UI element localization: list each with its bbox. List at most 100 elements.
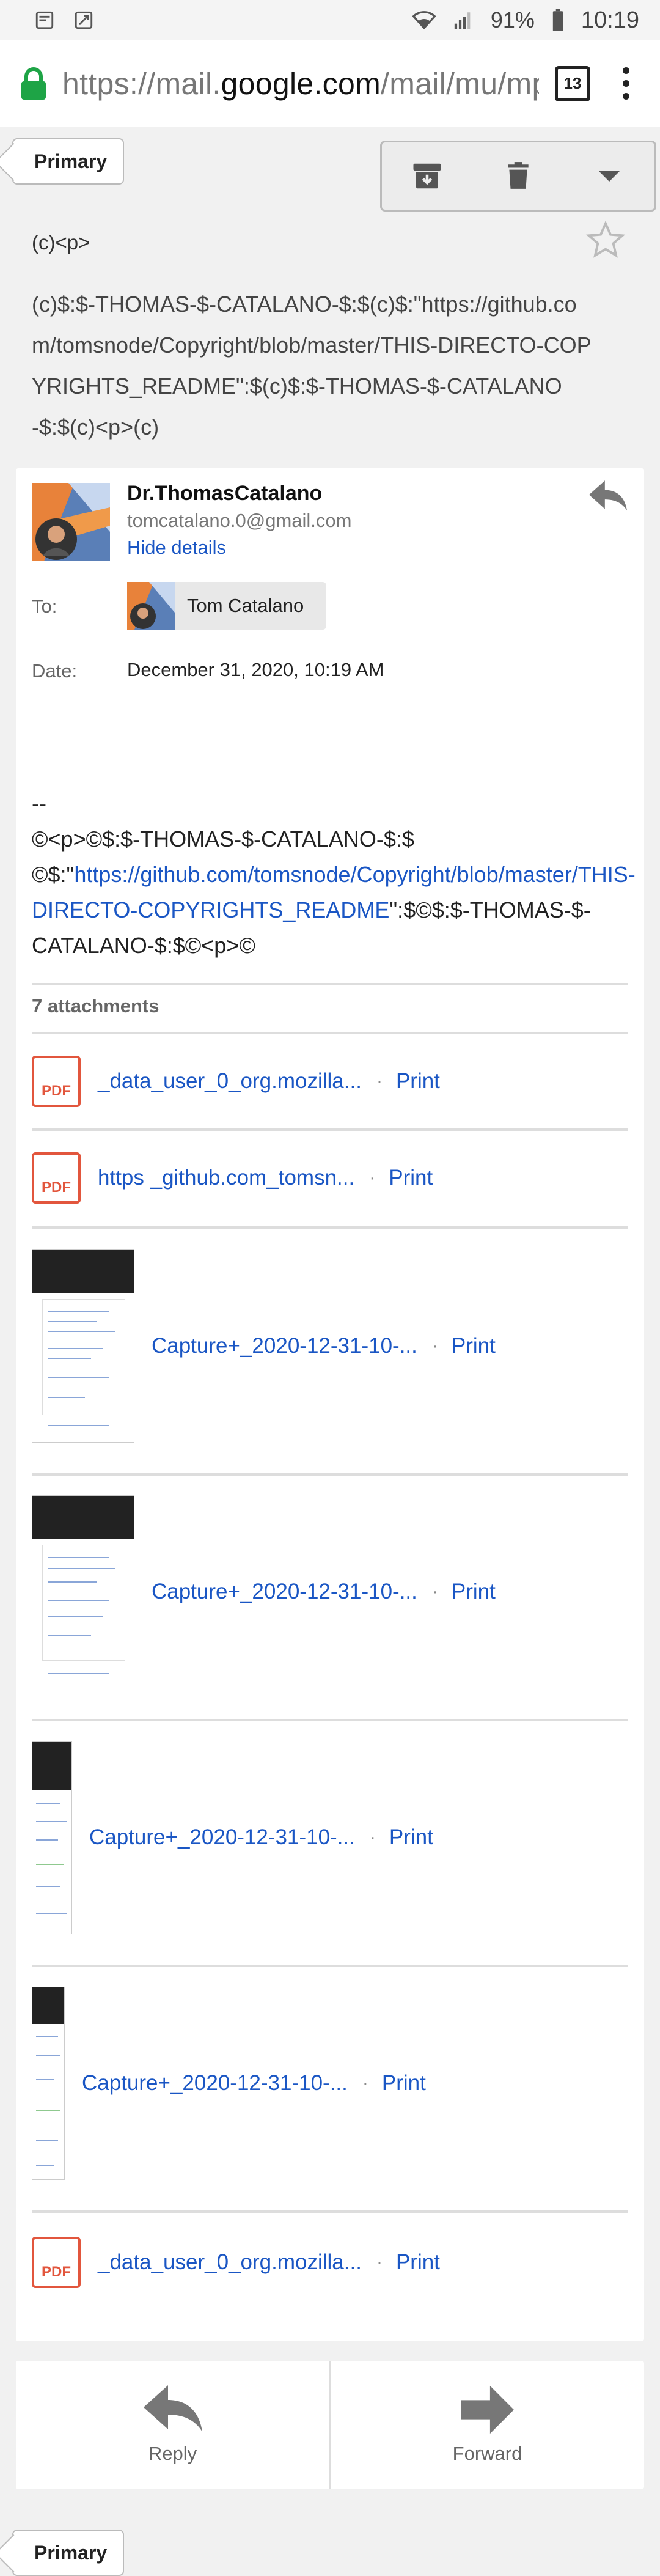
attachment-item[interactable]: Capture+_2020-12-31-10-... · Print: [32, 1249, 628, 1443]
attachment-item[interactable]: Capture+_2020-12-31-10-... · Print: [32, 1495, 628, 1688]
wifi-icon: [412, 9, 436, 32]
divider: [32, 1128, 628, 1131]
lock-icon: [21, 67, 46, 100]
url-suffix: /mail/mu/mp: [381, 66, 539, 101]
divider: [32, 1226, 628, 1229]
separator-dot: ·: [362, 2073, 369, 2093]
pdf-file-icon: PDF: [32, 1056, 81, 1107]
print-link[interactable]: Print: [452, 1580, 496, 1604]
battery-icon: [551, 9, 565, 32]
tab-switcher-button[interactable]: 13: [555, 65, 590, 101]
divider: [32, 1719, 628, 1721]
attachment-name[interactable]: Capture+_2020-12-31-10-...: [152, 1334, 417, 1358]
attachment-item[interactable]: Capture+_2020-12-31-10-... · Print: [32, 1987, 628, 2180]
body-line: ©<p>©$:$-THOMAS-$-CATALANO-$:$: [32, 826, 414, 852]
separator-dot: ·: [431, 1336, 438, 1356]
reply-arrow-icon: [143, 2385, 202, 2432]
recipient-name: Tom Catalano: [187, 595, 304, 616]
primary-label-button[interactable]: Primary: [12, 2530, 125, 2576]
attachment-item[interactable]: PDF https _github.com_tomsn... · Print: [32, 1150, 628, 1205]
url-prefix: https://mail.: [62, 66, 221, 101]
date-label: Date:: [32, 660, 78, 682]
attachment-name[interactable]: Capture+_2020-12-31-10-...: [152, 1580, 417, 1604]
clock: 10:19: [581, 7, 639, 33]
url-text[interactable]: https://mail.google.com/mail/mu/mp: [62, 66, 539, 101]
message-card: Dr.ThomasCatalano tomcatalano.0@gmail.co…: [16, 468, 644, 2341]
screenshot-icon: [72, 9, 95, 32]
reply-icon[interactable]: [589, 480, 627, 512]
star-icon[interactable]: [585, 220, 626, 260]
separator-dot: ·: [369, 1168, 376, 1188]
body-text-segment: ©$:": [32, 862, 75, 887]
divider: [32, 2210, 628, 2213]
attachment-name[interactable]: _data_user_0_org.mozilla...: [98, 2250, 362, 2275]
browser-url-bar[interactable]: https://mail.google.com/mail/mu/mp 13: [0, 40, 660, 127]
attachment-item[interactable]: Capture+_2020-12-31-10-... · Print: [32, 1741, 628, 1934]
separator-dot: ·: [376, 2252, 383, 2272]
print-link[interactable]: Print: [396, 1069, 440, 1094]
pdf-badge-text: PDF: [42, 2264, 71, 2280]
more-dropdown-button[interactable]: [582, 149, 637, 204]
forward-label: Forward: [452, 2443, 522, 2464]
attachment-name[interactable]: _data_user_0_org.mozilla...: [98, 1069, 362, 1094]
battery-percent: 91%: [490, 7, 535, 32]
recipient-avatar: [127, 582, 175, 630]
attachment-item[interactable]: PDF _data_user_0_org.mozilla... · Print: [32, 2235, 628, 2290]
subject-title: (c)$:$-THOMAS-$-CATALANO-$:$(c)$:"https:…: [32, 292, 592, 440]
body-signature-dash: --: [32, 791, 46, 816]
divider: [32, 983, 628, 985]
sender-name: Dr.ThomasCatalano: [127, 482, 323, 505]
subject-short: (c)<p>: [32, 231, 90, 254]
screenshot-thumbnail: [32, 1741, 72, 1934]
attachment-name[interactable]: https _github.com_tomsn...: [98, 1166, 354, 1190]
primary-label-text: Primary: [34, 2541, 108, 2564]
to-label: To:: [32, 595, 57, 617]
reply-label: Reply: [148, 2443, 197, 2464]
primary-label-text: Primary: [34, 150, 108, 172]
print-link[interactable]: Print: [389, 1825, 433, 1850]
screenshot-thumbnail: [32, 1987, 65, 2180]
print-link[interactable]: Print: [389, 1166, 433, 1190]
divider: [32, 1473, 628, 1476]
hide-details-link[interactable]: Hide details: [127, 537, 226, 559]
print-link[interactable]: Print: [396, 2250, 440, 2275]
attachment-name[interactable]: Capture+_2020-12-31-10-...: [89, 1825, 355, 1850]
pdf-badge-text: PDF: [42, 1083, 71, 1099]
signal-icon: [452, 9, 475, 32]
attachment-item[interactable]: PDF _data_user_0_org.mozilla... · Print: [32, 1054, 628, 1109]
screenshot-thumbnail: [32, 1249, 134, 1443]
message-actions: Reply Forward: [16, 2361, 644, 2489]
pdf-file-icon: PDF: [32, 1152, 81, 1204]
attachment-count: 7 attachments: [32, 995, 160, 1017]
browser-menu-icon[interactable]: [614, 62, 638, 105]
sender-email: tomcatalano.0@gmail.com: [127, 510, 352, 531]
primary-label-button[interactable]: Primary: [12, 138, 125, 185]
separator-dot: ·: [431, 1581, 438, 1602]
recipient-chip[interactable]: Tom Catalano: [127, 582, 326, 630]
body-line-with-link: ©$:"https://github.com/tomsnode/Copyrigh…: [32, 857, 636, 963]
separator-dot: ·: [369, 1827, 376, 1847]
message-body: -- ©<p>©$:$-THOMAS-$-CATALANO-$:$ ©$:"ht…: [32, 786, 636, 963]
forward-button[interactable]: Forward: [329, 2361, 644, 2489]
date-value: December 31, 2020, 10:19 AM: [127, 659, 384, 680]
divider: [32, 1032, 628, 1034]
tab-count: 13: [563, 74, 582, 92]
avatar[interactable]: [32, 483, 110, 561]
separator-dot: ·: [376, 1071, 383, 1091]
forward-arrow-icon: [461, 2385, 514, 2434]
image-icon: [33, 9, 56, 32]
screenshot-thumbnail: [32, 1495, 134, 1688]
attachment-name[interactable]: Capture+_2020-12-31-10-...: [82, 2071, 348, 2096]
delete-icon: [508, 162, 529, 189]
archive-icon: [413, 163, 441, 189]
status-bar: 91% 10:19: [0, 0, 660, 40]
print-link[interactable]: Print: [452, 1334, 496, 1358]
pdf-file-icon: PDF: [32, 2237, 81, 2288]
archive-button[interactable]: [400, 149, 455, 204]
message-toolbar: [380, 141, 656, 212]
pdf-badge-text: PDF: [42, 1179, 71, 1196]
reply-button[interactable]: Reply: [16, 2361, 329, 2489]
divider: [32, 1965, 628, 1967]
print-link[interactable]: Print: [382, 2071, 426, 2096]
delete-button[interactable]: [491, 149, 546, 204]
